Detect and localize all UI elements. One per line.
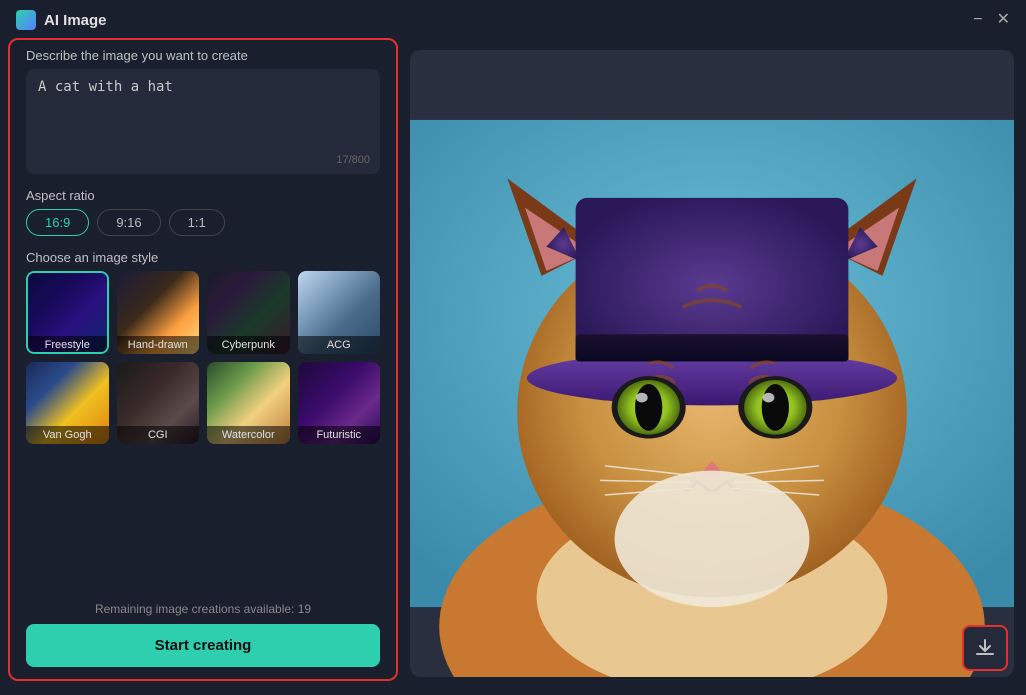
ratio-1-1[interactable]: 1:1 (169, 209, 225, 236)
style-label-freestyle: Freestyle (26, 336, 109, 354)
style-label-cgi: CGI (117, 426, 200, 444)
style-item-acg[interactable]: ACG (298, 271, 381, 354)
remaining-text: Remaining image creations available: 19 (26, 602, 380, 616)
cat-image (410, 50, 1014, 677)
style-item-cgi[interactable]: CGI (117, 362, 200, 445)
title-bar: AI Image − ✕ (0, 0, 1026, 38)
prompt-input[interactable]: A cat with a hat (38, 79, 368, 159)
style-item-handdrawn[interactable]: Hand-drawn (117, 271, 200, 354)
download-button[interactable] (962, 625, 1008, 671)
right-panel (398, 38, 1026, 689)
style-label-acg: ACG (298, 336, 381, 354)
style-item-watercolor[interactable]: Watercolor (207, 362, 290, 445)
style-label-vangogh: Van Gogh (26, 426, 109, 444)
prompt-area: A cat with a hat 17/800 (26, 69, 380, 174)
main-layout: Describe the image you want to create A … (0, 38, 1026, 689)
ratio-buttons: 16:9 9:16 1:1 (26, 209, 380, 236)
prompt-section: Describe the image you want to create A … (26, 48, 380, 174)
style-label-cyberpunk: Cyberpunk (207, 336, 290, 354)
generated-image-container (410, 50, 1014, 677)
style-item-vangogh[interactable]: Van Gogh (26, 362, 109, 445)
app-title: AI Image (44, 12, 107, 29)
style-item-futuristic[interactable]: Futuristic (298, 362, 381, 445)
aspect-ratio-label: Aspect ratio (26, 188, 380, 203)
style-item-freestyle[interactable]: Freestyle (26, 271, 109, 354)
style-grid: Freestyle Hand-drawn Cyberpunk ACG Van G… (26, 271, 380, 444)
style-section: Choose an image style Freestyle Hand-dra… (26, 250, 380, 444)
char-count: 17/800 (336, 154, 370, 166)
close-button[interactable]: ✕ (997, 12, 1010, 28)
style-label-futuristic: Futuristic (298, 426, 381, 444)
ratio-16-9[interactable]: 16:9 (26, 209, 89, 236)
window-controls: − ✕ (973, 12, 1010, 28)
download-icon (974, 637, 996, 659)
style-label-handdrawn: Hand-drawn (117, 336, 200, 354)
left-panel: Describe the image you want to create A … (8, 38, 398, 681)
minimize-button[interactable]: − (973, 12, 982, 28)
prompt-label: Describe the image you want to create (26, 48, 380, 63)
style-label-watercolor: Watercolor (207, 426, 290, 444)
ratio-9-16[interactable]: 9:16 (97, 209, 160, 236)
style-item-cyberpunk[interactable]: Cyberpunk (207, 271, 290, 354)
start-creating-button[interactable]: Start creating (26, 624, 380, 667)
aspect-ratio-section: Aspect ratio 16:9 9:16 1:1 (26, 188, 380, 236)
style-label: Choose an image style (26, 250, 380, 265)
app-logo (16, 10, 36, 30)
